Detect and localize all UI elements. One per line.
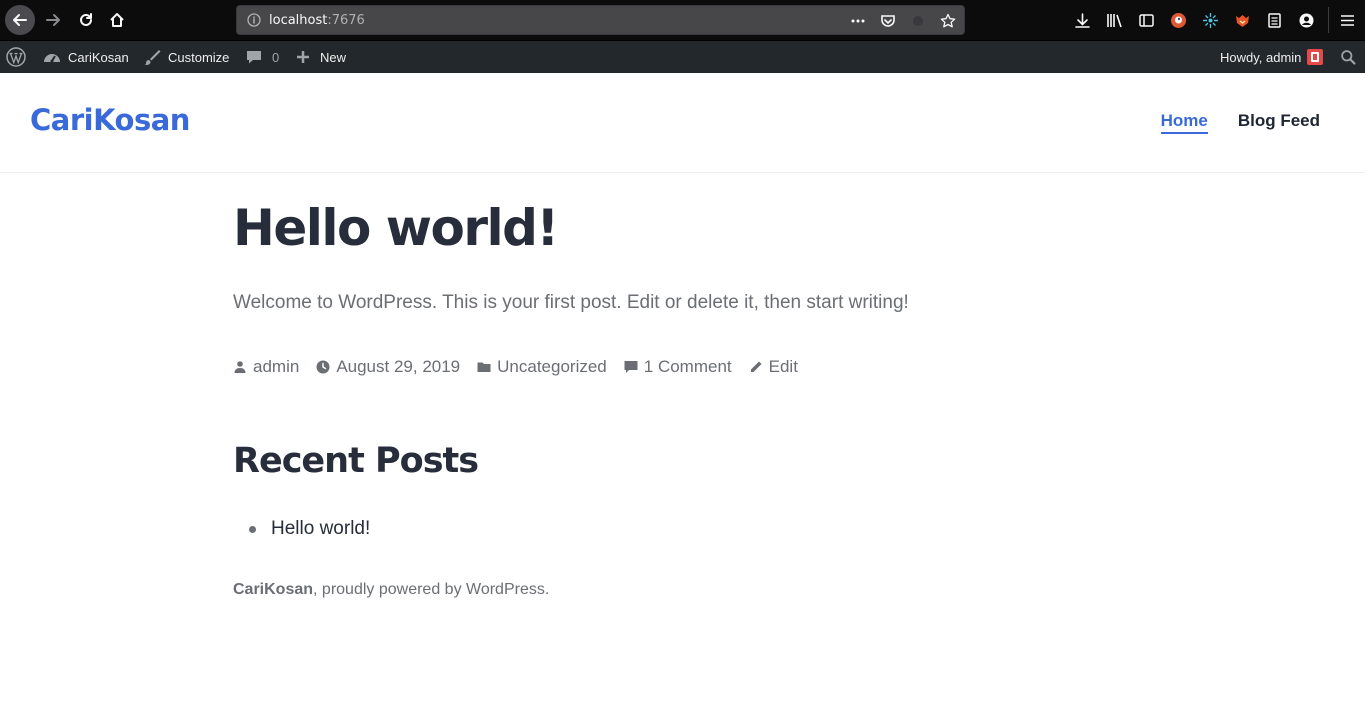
comments-link[interactable]: 0 — [244, 41, 279, 73]
brush-icon — [144, 50, 161, 65]
site-footer: CariKosan, proudly powered by WordPress. — [233, 581, 549, 599]
reload-button[interactable] — [71, 5, 101, 35]
hamburger-icon — [1340, 14, 1354, 26]
shield-icon — [913, 16, 923, 26]
plus-icon — [297, 51, 309, 63]
site-title[interactable]: CariKosan — [30, 103, 190, 137]
network-extension[interactable] — [1200, 10, 1220, 30]
recent-posts-list: Hello world! — [249, 518, 370, 540]
meta-author[interactable]: admin — [233, 357, 299, 377]
back-button[interactable] — [5, 5, 35, 35]
meta-edit[interactable]: Edit — [749, 357, 798, 377]
meta-comments-label: 1 Comment — [643, 357, 732, 376]
wordpress-logo-icon — [6, 47, 26, 67]
wp-admin-bar: CariKosan Customize 0 New Howdy, admin — [0, 41, 1365, 73]
avatar — [1307, 49, 1324, 65]
download-icon — [1074, 12, 1090, 28]
site-header: CariKosan Home Blog Feed — [0, 73, 1365, 173]
primary-nav: Home Blog Feed — [1160, 111, 1320, 134]
my-account-menu[interactable]: Howdy, admin — [1220, 41, 1324, 73]
arrow-left-icon — [13, 14, 27, 26]
browser-toolbar: localhost:7676 — [0, 0, 1365, 41]
reader-toggle[interactable] — [908, 11, 928, 31]
library-button[interactable] — [1104, 10, 1124, 30]
wp-logo-menu[interactable] — [6, 41, 26, 73]
meta-date-label: August 29, 2019 — [336, 357, 461, 376]
home-button[interactable] — [102, 5, 132, 35]
comment-icon — [624, 361, 638, 373]
footer-powered: , proudly powered by WordPress. — [313, 581, 550, 598]
recent-post-link[interactable]: Hello world! — [271, 518, 370, 540]
pocket-button[interactable] — [878, 11, 898, 31]
pencil-icon — [750, 361, 762, 372]
network-icon — [1202, 12, 1218, 28]
notes-extension[interactable] — [1264, 10, 1284, 30]
library-icon — [1106, 13, 1122, 27]
nav-item-home[interactable]: Home — [1160, 111, 1208, 134]
info-icon[interactable] — [247, 13, 261, 27]
search-icon — [1341, 49, 1356, 65]
dashboard-icon — [44, 54, 60, 63]
nav-item-blog-feed[interactable]: Blog Feed — [1238, 111, 1320, 134]
fox-icon — [1235, 14, 1249, 27]
new-label: New — [320, 49, 347, 65]
post-excerpt: Welcome to WordPress. This is your first… — [233, 292, 909, 313]
fox-extension[interactable] — [1232, 10, 1252, 30]
list-item[interactable]: Hello world! — [249, 518, 370, 540]
meta-date[interactable]: August 29, 2019 — [316, 357, 460, 377]
duckduckgo-extension[interactable] — [1168, 10, 1188, 30]
new-content-menu[interactable]: New — [293, 41, 346, 73]
site-name-menu[interactable]: CariKosan — [42, 41, 129, 73]
reload-icon — [80, 13, 92, 26]
footer-site-name[interactable]: CariKosan — [233, 581, 313, 598]
meta-category[interactable]: Uncategorized — [477, 357, 607, 377]
comment-bubble-icon — [247, 51, 261, 64]
account-icon — [1299, 13, 1313, 27]
pocket-icon — [881, 15, 895, 27]
folder-icon — [477, 362, 491, 372]
meta-comments[interactable]: 1 Comment — [624, 357, 732, 377]
notes-icon — [1267, 12, 1281, 28]
home-icon — [110, 13, 124, 27]
toolbar-separator — [1328, 7, 1329, 33]
meta-category-label: Uncategorized — [497, 357, 607, 376]
howdy-label: Howdy, admin — [1220, 49, 1302, 65]
post-meta: admin August 29, 2019 Uncategorized 1 Co… — [233, 357, 815, 377]
meta-author-label: admin — [253, 357, 300, 376]
meta-edit-label: Edit — [768, 357, 798, 376]
more-dots-icon — [851, 19, 865, 23]
url-port: :7676 — [327, 13, 365, 28]
sidebar-button[interactable] — [1136, 10, 1156, 30]
customize-label: Customize — [168, 49, 230, 65]
url-bar[interactable]: localhost:7676 — [236, 5, 965, 35]
menu-button[interactable] — [1337, 10, 1357, 30]
star-icon — [940, 13, 956, 28]
page-actions-button[interactable] — [848, 11, 868, 31]
sidebar-icon — [1138, 13, 1154, 27]
comments-count: 0 — [272, 49, 280, 65]
downloads-button[interactable] — [1072, 10, 1092, 30]
account-button[interactable] — [1296, 10, 1316, 30]
admin-bar-search[interactable] — [1340, 41, 1357, 73]
url-text[interactable]: localhost:7676 — [269, 13, 365, 28]
customize-link[interactable]: Customize — [142, 41, 229, 73]
post-title[interactable]: Hello world! — [233, 199, 559, 257]
url-host: localhost — [269, 13, 328, 28]
site-name-label: CariKosan — [68, 49, 129, 65]
bookmark-star-button[interactable] — [938, 11, 958, 31]
duckduckgo-icon — [1170, 12, 1186, 28]
arrow-right-icon — [46, 14, 60, 26]
forward-button[interactable] — [38, 5, 68, 35]
bullet-icon — [249, 525, 256, 533]
clock-icon — [316, 360, 330, 374]
user-icon — [234, 361, 246, 373]
recent-posts-title: Recent Posts — [233, 441, 479, 481]
